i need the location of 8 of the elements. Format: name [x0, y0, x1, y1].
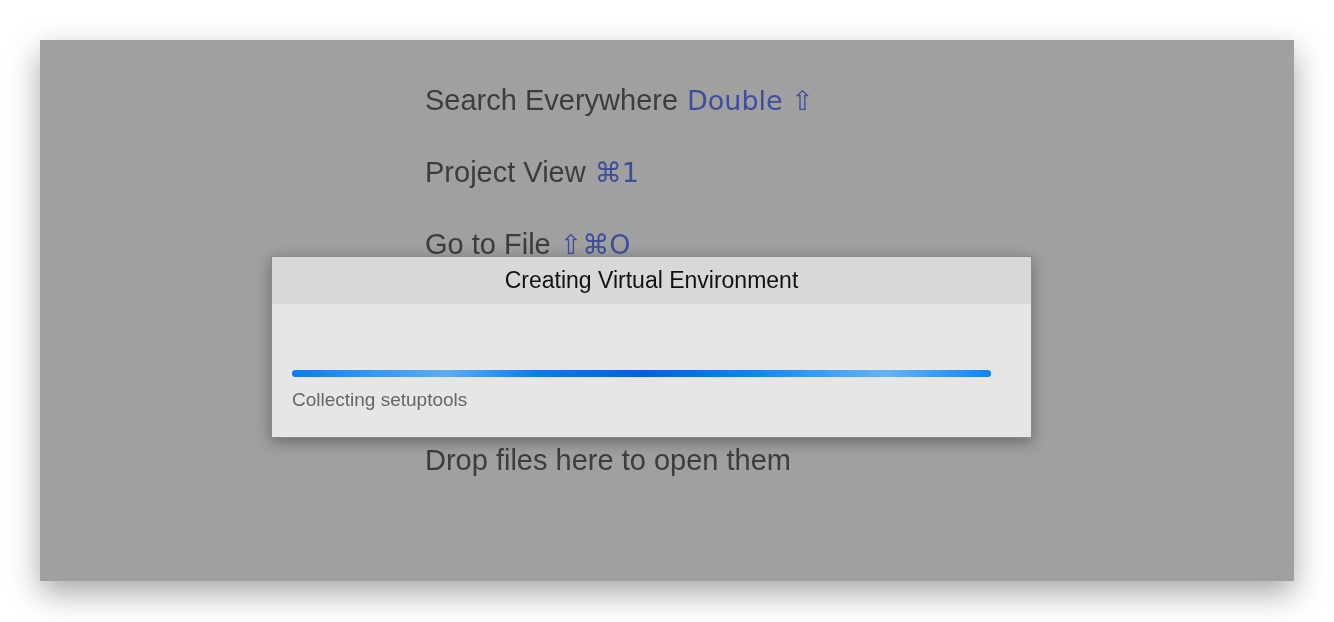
shortcut-text: ⌘1	[594, 156, 639, 188]
hint-label: Search Everywhere	[425, 83, 679, 117]
shortcut-text: Double ⇧	[687, 84, 814, 116]
hint-label: Project View	[425, 155, 586, 189]
hint-label: Drop files here to open them	[425, 443, 791, 477]
shortcut-text: ⇧⌘O	[559, 228, 631, 260]
status-text: Collecting setuptools	[292, 389, 469, 411]
dialog-title: Creating Virtual Environment	[272, 257, 1031, 304]
